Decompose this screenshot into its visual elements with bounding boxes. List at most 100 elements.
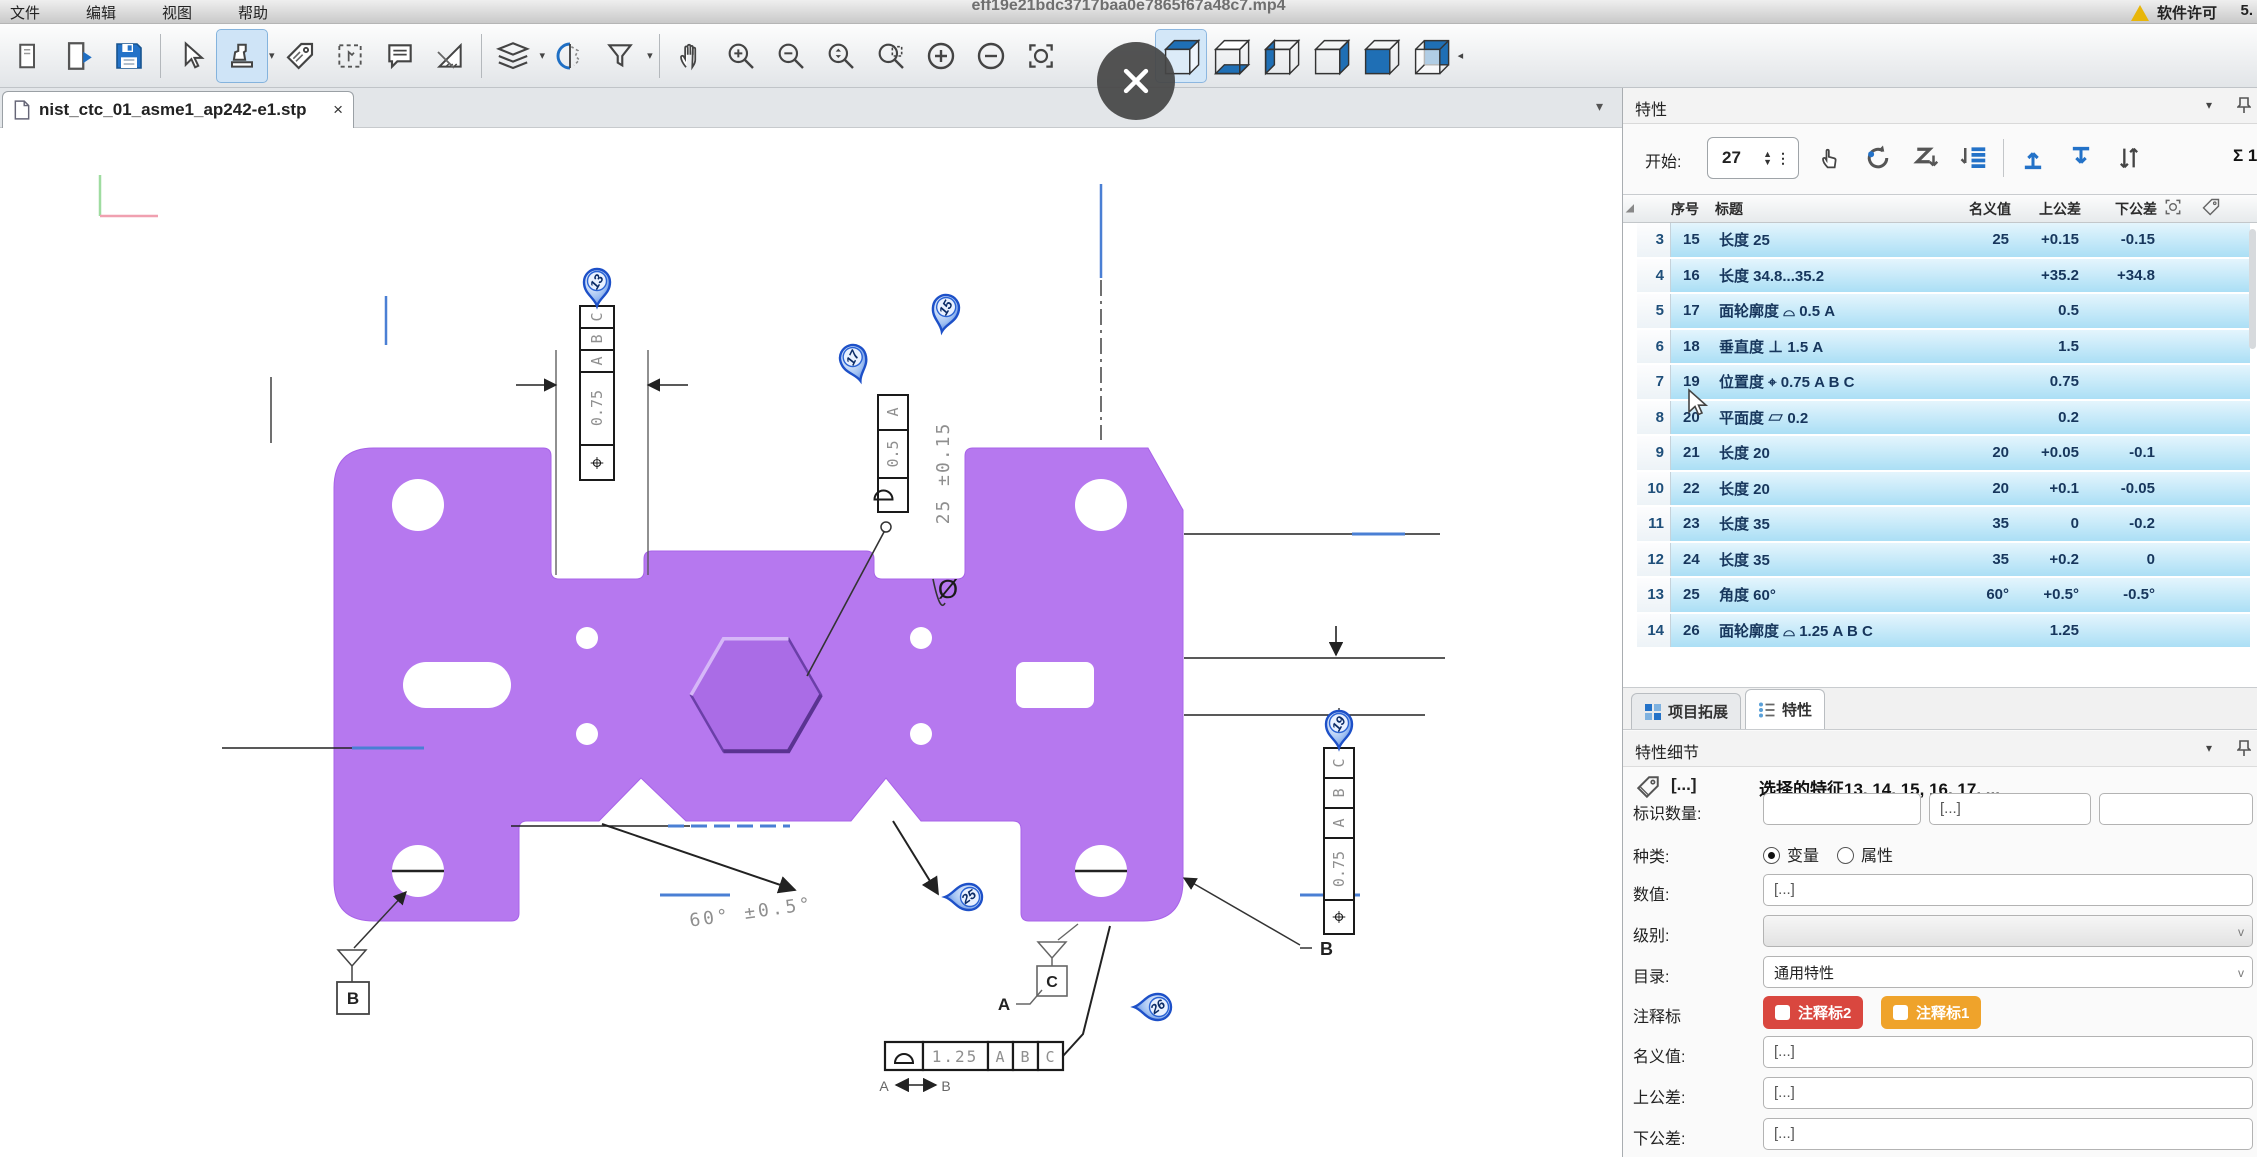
open-document-button[interactable]	[54, 30, 104, 82]
renumber-rotate-button[interactable]	[1859, 137, 1897, 179]
tab-list-caret[interactable]: ▾	[1596, 98, 1603, 115]
start-spinner[interactable]: 27 ▲▼ ⋮	[1707, 137, 1799, 179]
video-close-button[interactable]	[1097, 42, 1175, 120]
selection-badge[interactable]: [...]	[1671, 775, 1697, 795]
table-row[interactable]: 6 18 垂直度 ⊥ 1.5 A 1.5	[1623, 330, 2257, 366]
tab-project-expand[interactable]: 项目拓展	[1631, 693, 1741, 729]
upper-tol-input[interactable]: [...]	[1763, 1077, 2253, 1109]
layers-button[interactable]	[488, 30, 538, 82]
angle-dimension[interactable]: 60° ±0.5°	[602, 821, 938, 932]
header-title[interactable]: 标题	[1715, 199, 1947, 219]
table-row[interactable]: 7 19 位置度 ⌖ 0.75 A B C 0.75	[1623, 365, 2257, 401]
zoom-window-button[interactable]	[866, 30, 916, 82]
id-count-input-1[interactable]	[1763, 793, 1921, 825]
select-cursor-button[interactable]	[167, 30, 217, 82]
table-row[interactable]: 3 15 长度 25 25 +0.15 -0.15	[1623, 223, 2257, 259]
table-row[interactable]: 12 24 长度 35 35 +0.2 0	[1623, 543, 2257, 579]
measure-setsquare-button[interactable]	[425, 30, 475, 82]
balloon-13[interactable]: 13	[584, 269, 610, 306]
nominal-input[interactable]: [...]	[1763, 1036, 2253, 1068]
move-top-button[interactable]	[2014, 137, 2052, 179]
catalog-select[interactable]: 通用特性 v	[1763, 956, 2253, 988]
radio-variable[interactable]	[1763, 847, 1780, 864]
save-button[interactable]	[104, 30, 154, 82]
table-scrollbar[interactable]	[2249, 229, 2256, 349]
comment-button[interactable]	[375, 30, 425, 82]
note-chip-2[interactable]: 注释标2	[1763, 996, 1863, 1029]
spinner-menu-icon[interactable]: ⋮	[1776, 150, 1790, 167]
zoom-out-button[interactable]	[766, 30, 816, 82]
stamp-dropdown-caret[interactable]: ▾	[269, 49, 275, 62]
menu-help[interactable]: 帮助	[238, 2, 268, 23]
balloon-17[interactable]: 17	[837, 342, 873, 385]
header-lower[interactable]: 下公差	[2087, 199, 2163, 219]
zoom-selection-button[interactable]	[1016, 30, 1066, 82]
document-tab-close-icon[interactable]: ×	[333, 100, 343, 120]
view-cube-front-button[interactable]	[1356, 30, 1406, 82]
header-seq[interactable]: 序号	[1671, 199, 1715, 219]
cad-viewport[interactable]: C B A 0.75 ⌖ 13 A 0.5 17	[0, 128, 1622, 1157]
table-row[interactable]: 11 23 长度 35 35 0 -0.2	[1623, 507, 2257, 543]
chip-checkbox[interactable]	[1775, 1005, 1790, 1020]
panel-collapse-caret[interactable]: ▾	[2206, 98, 2212, 112]
balloon-15[interactable]: 15	[929, 293, 961, 334]
filter-dropdown-caret[interactable]: ▾	[647, 49, 653, 62]
tag-button[interactable]	[275, 30, 325, 82]
view-cube-dropdown-caret[interactable]: ◂	[1458, 49, 1464, 62]
zoom-fit-button[interactable]	[816, 30, 866, 82]
header-upper[interactable]: 上公差	[2017, 199, 2087, 219]
fcf-profile-26[interactable]: 1.25 A B C A B	[879, 926, 1110, 1094]
table-row[interactable]: 4 16 长度 34.8...35.2 +35.2 +34.8	[1623, 259, 2257, 295]
table-row[interactable]: 13 25 角度 60° 60° +0.5° -0.5°	[1623, 578, 2257, 614]
menu-file[interactable]: 文件	[10, 2, 40, 23]
new-document-button[interactable]	[4, 30, 54, 82]
lower-tol-input[interactable]: [...]	[1763, 1118, 2253, 1150]
section-clip-button[interactable]	[545, 30, 595, 82]
list-sort-button[interactable]	[1955, 137, 1993, 179]
decrease-button[interactable]	[966, 30, 1016, 82]
table-row[interactable]: 14 26 面轮廓度 ⌓ 1.25 A B C 1.25	[1623, 614, 2257, 650]
filter-button[interactable]	[595, 30, 645, 82]
pick-hand-button[interactable]	[1811, 137, 1849, 179]
table-row[interactable]: 5 17 面轮廓度 ⌓ 0.5 A 0.5	[1623, 294, 2257, 330]
view-cube-right-button[interactable]	[1306, 30, 1356, 82]
marquee-select-button[interactable]	[325, 30, 375, 82]
move-bottom-button[interactable]	[2062, 137, 2100, 179]
radio-attribute[interactable]	[1837, 847, 1854, 864]
sort-updown-button[interactable]	[2110, 137, 2148, 179]
zoom-in-button[interactable]	[716, 30, 766, 82]
panel-pin-icon[interactable]	[2237, 96, 2251, 119]
id-count-input-2[interactable]: [...]	[1929, 793, 2091, 825]
level-select[interactable]: v	[1763, 915, 2253, 947]
stamp-annotation-button[interactable]	[217, 30, 267, 82]
header-expand-col[interactable]: ◢	[1623, 203, 1637, 214]
tab-characteristics[interactable]: 特性	[1745, 689, 1825, 729]
header-nominal[interactable]: 名义值	[1947, 199, 2017, 219]
radio-attribute-label[interactable]: 属性	[1861, 848, 1893, 865]
header-select-icon[interactable]	[2163, 197, 2201, 220]
z-order-button[interactable]	[1907, 137, 1945, 179]
details-collapse-caret[interactable]: ▾	[2206, 741, 2212, 755]
radio-variable-label[interactable]: 变量	[1787, 848, 1819, 865]
datum-c-symbol[interactable]: C A	[998, 924, 1078, 1014]
menu-view[interactable]: 视图	[162, 2, 192, 23]
value-input[interactable]: [...]	[1763, 874, 2253, 906]
chip-checkbox[interactable]	[1893, 1005, 1908, 1020]
id-count-input-3[interactable]	[2099, 793, 2253, 825]
header-tag-icon[interactable]	[2201, 197, 2250, 220]
pan-hand-button[interactable]	[666, 30, 716, 82]
document-tab[interactable]: nist_ctc_01_asme1_ap242-e1.stp ×	[2, 91, 354, 128]
license-status[interactable]: 软件许可	[2131, 2, 2217, 23]
details-pin-icon[interactable]	[2237, 739, 2251, 762]
table-row[interactable]: 8 20 平面度 ▱ 0.2 0.2	[1623, 401, 2257, 437]
increase-button[interactable]	[916, 30, 966, 82]
view-cube-left-button[interactable]	[1256, 30, 1306, 82]
diameter-dimension[interactable]: 25 ±0.15 Ø	[933, 422, 958, 606]
view-cube-bottom-button[interactable]	[1206, 30, 1256, 82]
view-cube-back-button[interactable]	[1406, 30, 1456, 82]
table-row[interactable]: 10 22 长度 20 20 +0.1 -0.05	[1623, 472, 2257, 508]
balloon-19[interactable]: 19	[1326, 711, 1352, 748]
table-row[interactable]: 9 21 长度 20 20 +0.05 -0.1	[1623, 436, 2257, 472]
spinner-arrows-icon[interactable]: ▲▼	[1763, 150, 1772, 166]
menu-edit[interactable]: 编辑	[86, 2, 116, 23]
